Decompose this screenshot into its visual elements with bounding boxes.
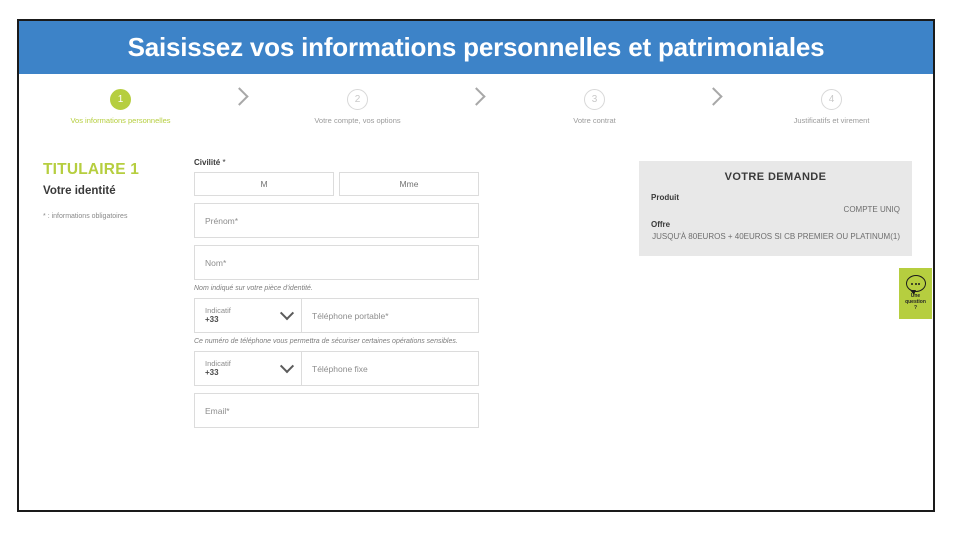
summary-value-offre: JUSQU'À 80EUROS + 40EUROS SI CB PREMIER … (652, 231, 900, 241)
nom-field[interactable]: Nom * (194, 245, 479, 280)
page-title: Saisissez vos informations personnelles … (127, 32, 825, 62)
nom-helper-text: Nom indiqué sur votre pièce d'identité. (194, 285, 313, 292)
mobile-indicatif-label: Indicatif (205, 305, 231, 315)
page-banner: Saisissez vos informations personnelles … (19, 21, 933, 74)
identity-form: Civilité * M Mme Prénom * Nom * Nom indiqu… (194, 136, 479, 428)
summary-key-offre: Offre (651, 219, 671, 229)
landline-indicatif-value: +33 (205, 368, 219, 378)
mobile-phone-field[interactable]: Téléphone portable * (302, 298, 479, 333)
mobile-phone-placeholder: Téléphone portable (312, 310, 386, 321)
page-body: TITULAIRE 1 Votre identité * : informati… (19, 136, 933, 510)
chevron-right-icon (466, 87, 486, 106)
mobile-helper-text: Ce numéro de téléphone vous permettra de… (194, 338, 458, 345)
stepper-step-4[interactable]: 4 Justificatifs et virement (730, 89, 933, 125)
landline-indicatif-select[interactable]: Indicatif +33 (194, 351, 302, 386)
titulaire-heading: TITULAIRE 1 (43, 161, 140, 178)
step-separator-3 (696, 87, 730, 106)
step-number-badge-1: 1 (110, 89, 131, 110)
landline-phone-field[interactable]: Téléphone fixe (302, 351, 479, 386)
step-separator-2 (459, 87, 493, 106)
stepper-step-1[interactable]: 1 Vos informations personnelles (19, 89, 222, 125)
mobile-indicatif-value: +33 (205, 315, 219, 325)
prenom-required-asterisk: * (234, 215, 239, 226)
civilite-options: M Mme (194, 172, 479, 196)
page-frame: Saisissez vos informations personnelles … (17, 19, 935, 512)
demande-summary-panel: VOTRE DEMANDE Produit COMPTE UNIQ Offre … (639, 161, 912, 257)
prenom-placeholder: Prénom (205, 215, 235, 226)
required-note-text: : informations obligatoires (47, 213, 128, 220)
landline-phone-row: Indicatif +33 Téléphone fixe (194, 351, 479, 386)
mobile-phone-row: Indicatif +33 Téléphone portable * (194, 298, 479, 333)
nom-placeholder: Nom (205, 257, 223, 268)
email-required-asterisk: * (226, 405, 230, 416)
summary-value-produit: COMPTE UNIQ (843, 205, 900, 214)
civilite-label: Civilité * (194, 158, 479, 167)
chevron-right-icon (703, 87, 723, 106)
step-label-4: Justificatifs et virement (793, 116, 870, 125)
required-asterisk: * (43, 213, 46, 220)
step-label-1: Vos informations personnelles (70, 116, 171, 125)
chevron-down-icon (279, 305, 295, 320)
stepper-step-2[interactable]: 2 Votre compte, vos options (256, 89, 459, 125)
stepper-step-3[interactable]: 3 Votre contrat (493, 89, 696, 125)
help-widget-label: Une question ? (905, 294, 926, 311)
step-number-badge-3: 3 (584, 89, 605, 110)
civilite-option-mme[interactable]: Mme (339, 172, 479, 196)
email-field[interactable]: Email * (194, 393, 479, 428)
chevron-down-icon (279, 358, 295, 373)
mobile-indicatif-select[interactable]: Indicatif +33 (194, 298, 302, 333)
screenshot-root: Saisissez vos informations personnelles … (0, 0, 960, 540)
mobile-required-asterisk: * (385, 310, 389, 321)
civilite-option-m[interactable]: M (194, 172, 334, 196)
summary-key-produit: Produit (651, 193, 679, 202)
step-separator-1 (222, 87, 256, 106)
required-fields-note: * : informations obligatoires (43, 213, 203, 220)
step-number-badge-4: 4 (821, 89, 842, 110)
email-placeholder: Email (205, 405, 227, 416)
landline-indicatif-label: Indicatif (205, 358, 231, 368)
help-question-widget[interactable]: Une question ? (899, 268, 932, 319)
chevron-right-icon (229, 87, 249, 106)
help-widget-line3: ? (913, 304, 918, 311)
step-number-badge-2: 2 (347, 89, 368, 110)
identite-subheading: Votre identité (43, 185, 116, 197)
nom-required-asterisk: * (222, 257, 227, 268)
step-label-2: Votre compte, vos options (314, 116, 401, 125)
summary-title: VOTRE DEMANDE (724, 171, 827, 183)
civilite-label-text: Civilité (194, 158, 221, 167)
step-label-3: Votre contrat (573, 116, 616, 125)
speech-bubble-icon (905, 275, 926, 296)
civilite-required-asterisk: * (222, 158, 226, 167)
prenom-field[interactable]: Prénom * (194, 203, 479, 238)
progress-stepper: 1 Vos informations personnelles 2 Votre … (19, 74, 933, 136)
titulaire-block: TITULAIRE 1 Votre identité * : informati… (43, 161, 203, 220)
landline-phone-placeholder: Téléphone fixe (312, 363, 368, 374)
